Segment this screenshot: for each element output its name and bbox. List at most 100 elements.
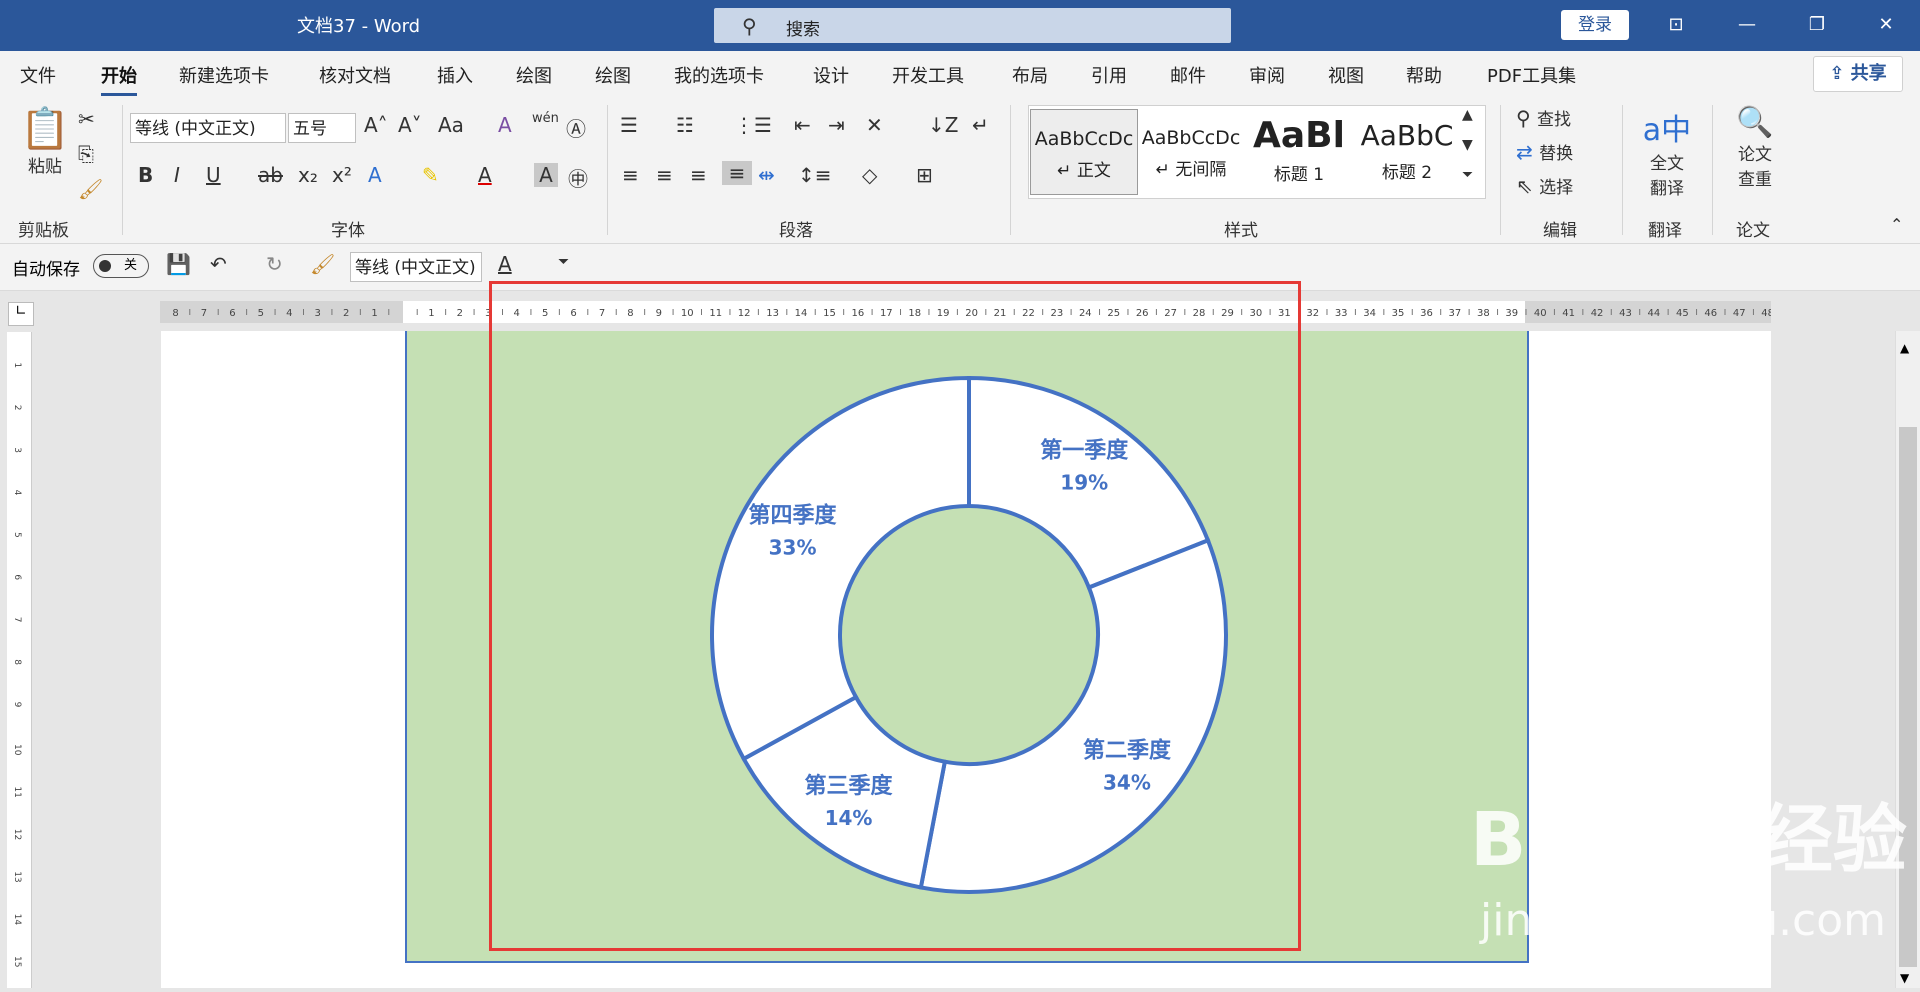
vertical-scrollbar[interactable]: ▲ ▼	[1895, 331, 1920, 988]
tab-review[interactable]: 审阅	[1249, 62, 1285, 88]
save-icon[interactable]: 💾	[166, 252, 191, 276]
format-painter-qat-icon[interactable]: 🖌	[310, 252, 335, 276]
font-color-icon[interactable]: A	[478, 163, 492, 187]
align-right-icon[interactable]: ≡	[690, 163, 707, 187]
style-heading-1[interactable]: AaBl 标题 1	[1246, 109, 1352, 193]
font-size-combo[interactable]: 五号	[288, 113, 356, 143]
style-no-spacing[interactable]: AaBbCcDc ↵ 无间隔	[1138, 109, 1244, 193]
styles-scroll-up-icon[interactable]: ▲	[1462, 107, 1473, 123]
tab-new-tab[interactable]: 新建选项卡	[179, 62, 269, 88]
grow-font-icon[interactable]: A˄	[364, 113, 388, 137]
ruler-number: 4	[12, 490, 22, 496]
paper-check-icon: 🔍	[1736, 105, 1774, 140]
ruler-number: 28	[1193, 308, 1206, 319]
redo-icon[interactable]: ↻	[266, 252, 283, 276]
scroll-up-icon[interactable]: ▲	[1900, 341, 1909, 355]
styles-more-icon[interactable]: ⏷	[1462, 167, 1473, 183]
highlight-icon[interactable]: ✎	[422, 163, 439, 187]
find-button[interactable]: ⚲ 查找	[1516, 105, 1571, 130]
minimize-icon[interactable]: —	[1727, 10, 1767, 40]
show-marks-icon[interactable]: ↵	[972, 113, 989, 137]
replace-button[interactable]: ⇄ 替换	[1516, 139, 1573, 164]
tab-home[interactable]: 开始	[101, 62, 137, 96]
italic-icon[interactable]: I	[174, 163, 180, 187]
change-case-icon[interactable]: Aa	[438, 113, 464, 137]
paper-check-button[interactable]: 🔍 论文 查重	[1728, 105, 1782, 190]
char-border-icon[interactable]: Ⓐ	[566, 113, 586, 142]
sort-icon[interactable]: ↓Z	[928, 113, 958, 137]
char-shading-icon[interactable]: A	[534, 163, 558, 187]
collapse-ribbon-icon[interactable]: ⌃	[1890, 215, 1903, 234]
full-translate-button[interactable]: a中 全文 翻译	[1640, 105, 1694, 199]
donut-slice[interactable]	[710, 375, 971, 762]
chart-area[interactable]: 第一季度 19% 第二季度 34% 第三季度 14% 第四季度 33%	[405, 331, 1529, 963]
styles-scroll-down-icon[interactable]: ▼	[1462, 137, 1473, 153]
justify-icon[interactable]: ≡	[722, 161, 752, 185]
tab-proofread[interactable]: 核对文档	[319, 62, 391, 88]
autosave-toggle[interactable]: 关	[93, 254, 149, 278]
shading-icon[interactable]: ◇	[862, 163, 877, 187]
distributed-icon[interactable]: ⇹	[758, 163, 775, 187]
increase-indent-icon[interactable]: ⇥	[828, 113, 845, 137]
text-effects-icon[interactable]: A	[368, 163, 382, 187]
tab-draw[interactable]: 绘图	[516, 62, 552, 88]
numbering-icon[interactable]: ☷	[676, 113, 694, 137]
line-spacing-icon[interactable]: ↕≡	[798, 163, 832, 187]
search-box[interactable]: ⚲ 搜索	[714, 8, 1231, 43]
strikethrough-icon[interactable]: ab	[258, 163, 283, 187]
tab-insert[interactable]: 插入	[437, 62, 473, 88]
donut-slice[interactable]	[918, 537, 1228, 894]
horizontal-ruler[interactable]: 8 7 6 5 4 3 2 1 1 2 3 4 5 6 7 8 9 10 11 12 13 14 15 16 17 18 19 20 2…	[160, 301, 1771, 323]
chinese-layout-icon[interactable]: ✕	[866, 113, 883, 137]
shrink-font-icon[interactable]: A˅	[398, 113, 422, 137]
bold-icon[interactable]: B	[138, 163, 153, 187]
donut-chart[interactable]: 第一季度 19% 第二季度 34% 第三季度 14% 第四季度 33%	[407, 331, 1531, 963]
tab-design[interactable]: 设计	[813, 62, 849, 88]
vertical-ruler[interactable]: 12345678910111213141516	[7, 332, 32, 988]
ruler-number: 42	[1591, 308, 1604, 319]
share-button[interactable]: ⇪ 共享	[1813, 56, 1903, 92]
paste-button[interactable]: 📋 粘贴	[18, 105, 72, 177]
tab-view[interactable]: 视图	[1328, 62, 1364, 88]
align-center-icon[interactable]: ≡	[656, 163, 673, 187]
tab-references[interactable]: 引用	[1091, 62, 1127, 88]
underline-icon[interactable]: U	[206, 163, 221, 187]
close-icon[interactable]: ✕	[1866, 10, 1906, 40]
login-button[interactable]: 登录	[1561, 10, 1629, 40]
clear-format-icon[interactable]: A	[498, 113, 512, 137]
restore-icon[interactable]: ❐	[1797, 10, 1837, 40]
tab-selector-icon[interactable]: ∟	[8, 302, 34, 326]
enclose-char-icon[interactable]: ㊥	[568, 163, 588, 192]
superscript-icon[interactable]: x²	[332, 163, 352, 187]
tab-my-tab[interactable]: 我的选项卡	[674, 62, 764, 88]
tab-layout[interactable]: 布局	[1012, 62, 1048, 88]
ribbon-display-icon[interactable]: ⊡	[1656, 10, 1696, 40]
font-name-combo[interactable]: 等线 (中文正文)	[130, 113, 286, 143]
phonetic-guide-icon[interactable]: wén	[532, 111, 559, 126]
ruler-number: 39	[1505, 308, 1518, 319]
tab-mailings[interactable]: 邮件	[1170, 62, 1206, 88]
undo-icon[interactable]: ↶	[210, 252, 227, 276]
multilevel-list-icon[interactable]: ⋮☰	[734, 113, 772, 137]
style-normal[interactable]: AaBbCcDc ↵ 正文	[1030, 109, 1138, 195]
cut-icon[interactable]: ✂	[78, 107, 95, 131]
tab-developer[interactable]: 开发工具	[892, 62, 964, 88]
select-button[interactable]: ⇖ 选择	[1516, 173, 1573, 198]
scroll-down-icon[interactable]: ▼	[1900, 971, 1909, 985]
copy-icon[interactable]: ⎘	[78, 142, 94, 166]
borders-icon[interactable]: ⊞	[916, 163, 933, 187]
qat-font-color-icon[interactable]: A	[498, 252, 512, 276]
customize-qat-icon[interactable]: ⏷	[558, 254, 569, 270]
align-left-icon[interactable]: ≡	[622, 163, 639, 187]
slice-category-label: 第三季度	[804, 773, 893, 799]
tab-help[interactable]: 帮助	[1406, 62, 1442, 88]
qat-font-combo[interactable]: 等线 (中文正文)	[350, 252, 482, 282]
subscript-icon[interactable]: x₂	[298, 163, 318, 187]
format-painter-icon[interactable]: 🖌	[78, 177, 103, 201]
tab-file[interactable]: 文件	[20, 62, 56, 88]
style-heading-2[interactable]: AaBbC 标题 2	[1354, 109, 1460, 193]
bullets-icon[interactable]: ☰	[620, 113, 638, 137]
decrease-indent-icon[interactable]: ⇤	[794, 113, 811, 137]
tab-draw-2[interactable]: 绘图	[595, 62, 631, 88]
tab-pdf-tools[interactable]: PDF工具集	[1487, 62, 1576, 88]
